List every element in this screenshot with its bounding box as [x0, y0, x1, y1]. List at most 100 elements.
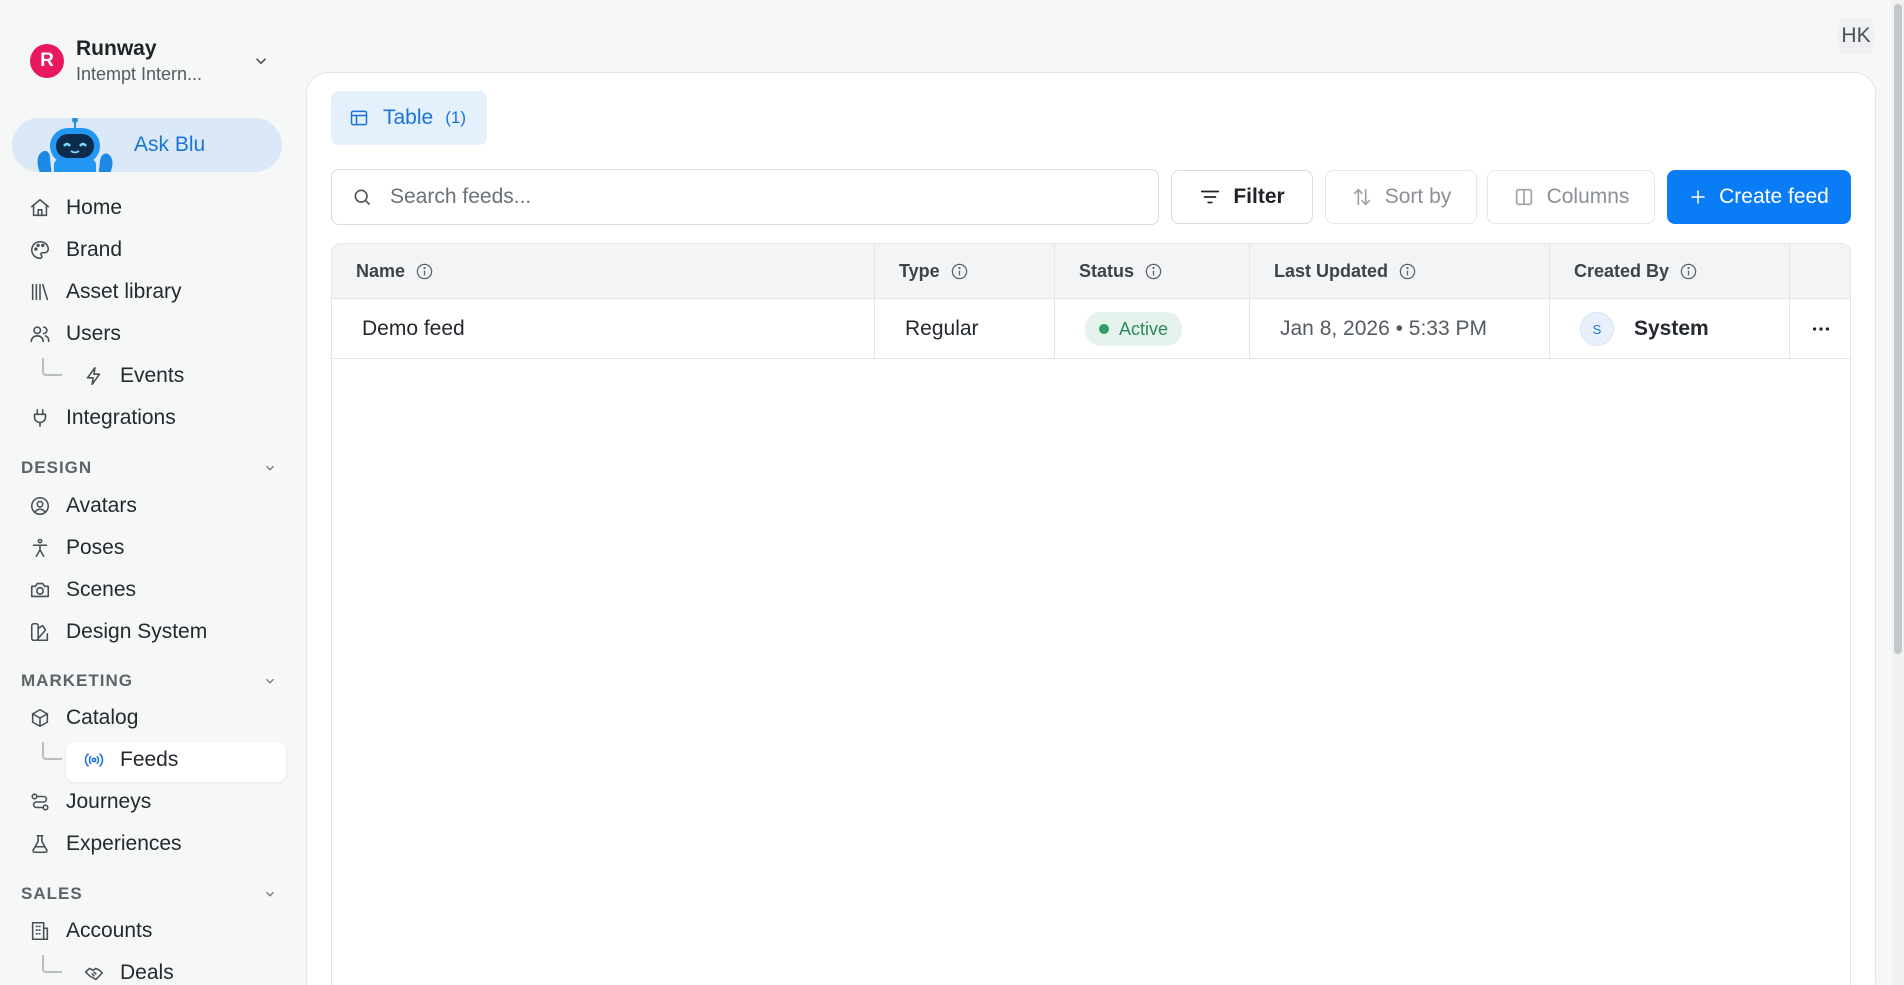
handshake-icon: [82, 961, 106, 985]
cell-type: Regular: [875, 299, 1055, 359]
column-header-label: Created By: [1574, 261, 1670, 281]
sort-icon: [1351, 186, 1373, 208]
section-marketing-toggle[interactable]: MARKETING: [21, 669, 277, 693]
cell-created-by: S System: [1550, 299, 1790, 359]
sidebar-item-label: Experiences: [66, 832, 182, 855]
section-sales-toggle[interactable]: SALES: [21, 882, 277, 906]
column-header-label: Last Updated: [1274, 261, 1389, 281]
create-feed-label: Create feed: [1719, 185, 1829, 208]
section-title: DESIGN: [21, 458, 93, 477]
status-badge: Active: [1085, 312, 1183, 346]
create-feed-button[interactable]: Create feed: [1667, 170, 1851, 224]
scrollbar-thumb[interactable]: [1894, 4, 1902, 654]
sort-button[interactable]: Sort by: [1325, 170, 1477, 224]
sidebar-item-label: Catalog: [66, 706, 139, 729]
sidebar-item-poses[interactable]: Poses: [28, 530, 124, 566]
route-icon: [28, 790, 52, 814]
plug-icon: [28, 406, 52, 430]
status-label: Active: [1119, 318, 1169, 339]
users-icon: [28, 322, 52, 346]
columns-label: Columns: [1546, 185, 1630, 208]
library-icon: [28, 280, 52, 304]
search-input[interactable]: [390, 185, 1150, 209]
org-name: Runway: [76, 37, 157, 60]
scrollbar[interactable]: [1892, 0, 1904, 985]
cell-last-updated: Jan 8, 2026 • 5:33 PM: [1250, 299, 1550, 359]
tab-label: Table: [383, 106, 434, 129]
table-row[interactable]: Demo feed Regular Active Jan 8, 2026 • 5…: [332, 299, 1850, 359]
section-title: SALES: [21, 884, 83, 903]
sidebar-item-label: Poses: [66, 536, 125, 559]
sidebar-item-label: Events: [120, 364, 185, 387]
tree-connector: [42, 742, 62, 760]
section-title: MARKETING: [21, 671, 133, 690]
sidebar-item-label: Journeys: [66, 790, 152, 813]
tab-count: (1): [445, 108, 466, 127]
org-switcher[interactable]: R Runway Intempt Intern...: [30, 34, 270, 88]
sidebar-item-users[interactable]: Users: [28, 316, 121, 352]
status-dot: [1099, 324, 1109, 334]
tab-table[interactable]: Table (1): [331, 91, 487, 145]
broadcast-icon: [82, 748, 106, 772]
sidebar-item-label: Home: [66, 196, 123, 219]
sidebar-item-accounts[interactable]: Accounts: [28, 913, 152, 949]
sort-label: Sort by: [1384, 185, 1452, 208]
org-text: Runway Intempt Intern...: [76, 37, 252, 85]
sidebar-item-journeys[interactable]: Journeys: [28, 784, 151, 820]
robot-mascot-icon: [28, 118, 122, 172]
org-subtitle: Intempt Intern...: [76, 64, 203, 84]
sidebar-item-events[interactable]: Events: [82, 358, 184, 394]
plus-icon: [1689, 188, 1707, 206]
chevron-down-icon[interactable]: [252, 52, 270, 70]
info-icon[interactable]: [1388, 262, 1417, 281]
sidebar-item-feeds[interactable]: Feeds: [82, 742, 178, 778]
column-header-status[interactable]: Status: [1055, 244, 1250, 299]
column-header-type[interactable]: Type: [875, 244, 1055, 299]
section-design-toggle[interactable]: DESIGN: [21, 456, 277, 480]
sidebar-item-design-system[interactable]: Design System: [28, 614, 207, 650]
column-header-label: Type: [899, 261, 940, 281]
info-icon[interactable]: [1669, 262, 1698, 281]
filter-icon: [1199, 186, 1221, 208]
chevron-down-icon: [263, 887, 277, 901]
column-header-last-updated[interactable]: Last Updated: [1250, 244, 1550, 299]
sidebar-item-label: Users: [66, 322, 121, 345]
sidebar-item-asset-library[interactable]: Asset library: [28, 274, 182, 310]
camera-icon: [28, 578, 52, 602]
sidebar-item-scenes[interactable]: Scenes: [28, 572, 136, 608]
sidebar-item-integrations[interactable]: Integrations: [28, 400, 176, 436]
avatar: S: [1580, 312, 1614, 346]
sidebar-item-home[interactable]: Home: [28, 190, 122, 226]
info-icon[interactable]: [405, 262, 434, 281]
sidebar-item-deals[interactable]: Deals: [82, 955, 174, 985]
columns-button[interactable]: Columns: [1487, 170, 1655, 224]
column-header-name[interactable]: Name: [332, 244, 875, 299]
row-actions-button[interactable]: [1790, 299, 1850, 359]
sidebar-item-experiences[interactable]: Experiences: [28, 826, 182, 862]
sidebar-item-brand[interactable]: Brand: [28, 232, 122, 268]
ask-blu-button[interactable]: Ask Blu: [12, 118, 282, 172]
sidebar-item-avatars[interactable]: Avatars: [28, 488, 137, 524]
sidebar-item-label: Design System: [66, 620, 208, 643]
cell-name[interactable]: Demo feed: [332, 299, 875, 359]
sidebar-item-label: Avatars: [66, 494, 137, 517]
zap-icon: [82, 364, 106, 388]
filter-button[interactable]: Filter: [1171, 170, 1313, 224]
column-header-label: Status: [1079, 261, 1135, 281]
sidebar-item-label: Accounts: [66, 919, 153, 942]
palette-icon: [28, 238, 52, 262]
info-icon[interactable]: [1134, 262, 1163, 281]
sidebar-item-label: Feeds: [120, 748, 179, 771]
tree-connector: [42, 358, 62, 376]
org-avatar: R: [30, 44, 64, 78]
main-panel: Table (1) Filter Sort by Columns Create …: [306, 72, 1876, 985]
columns-icon: [1513, 186, 1535, 208]
column-header-created-by[interactable]: Created By: [1550, 244, 1790, 299]
feeds-table: Name Type Status Last Updated Created By…: [331, 243, 1851, 985]
user-avatar-button[interactable]: HK: [1838, 18, 1874, 54]
tree-connector: [42, 955, 62, 973]
sidebar: R Runway Intempt Intern... Ask Blu Home …: [0, 0, 296, 985]
sidebar-item-catalog[interactable]: Catalog: [28, 700, 138, 736]
info-icon[interactable]: [940, 262, 969, 281]
table-header: Name Type Status Last Updated Created By: [332, 244, 1850, 299]
